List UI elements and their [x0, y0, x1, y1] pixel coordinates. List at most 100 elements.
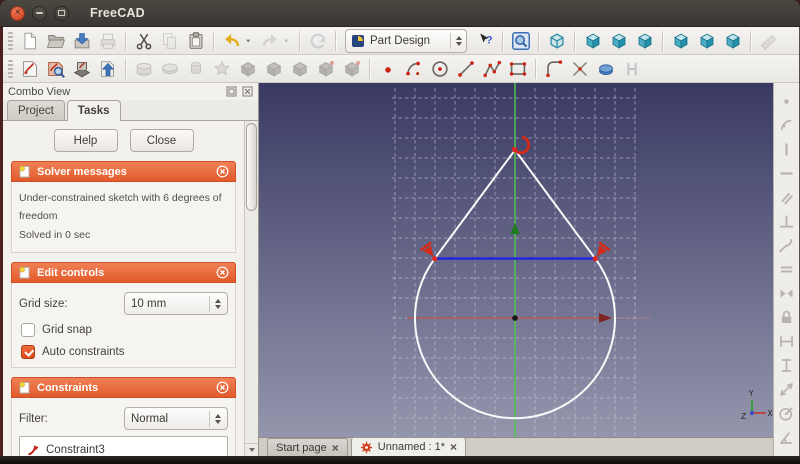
close-button[interactable]: Close [129, 129, 194, 152]
undo-button[interactable] [219, 28, 244, 53]
cut-icon [136, 33, 151, 49]
tab-close-icon[interactable]: × [450, 441, 457, 453]
grid-size-combobox[interactable]: 10 mm [124, 292, 228, 316]
filter-spinner[interactable] [209, 410, 221, 427]
sketch-circle-button[interactable] [427, 56, 452, 81]
open-document-button[interactable] [43, 28, 68, 53]
workbench-selector[interactable]: Part Design [345, 28, 467, 53]
window-close-button[interactable]: × [10, 5, 25, 21]
sketch-polyline-button[interactable] [479, 56, 504, 81]
3d-viewport[interactable]: Y X Z [259, 83, 773, 437]
sketch-origin-point[interactable] [512, 315, 518, 321]
sketch-apex-point[interactable] [512, 147, 518, 153]
workbench-selector-spinner[interactable] [450, 32, 462, 49]
view-right-button[interactable] [632, 28, 657, 53]
solver-messages-header[interactable]: Solver messages [11, 161, 236, 182]
dock-float-button[interactable] [225, 86, 237, 98]
tab-project[interactable]: Project [7, 100, 65, 120]
section-close-icon[interactable] [216, 165, 229, 178]
pattern-feature-button[interactable] [339, 56, 364, 81]
constraint-vertical-distance-button[interactable] [775, 354, 798, 377]
edit-controls-header[interactable]: Edit controls [11, 262, 236, 284]
revolution-button[interactable] [183, 56, 208, 81]
pad-button[interactable] [131, 56, 156, 81]
constraint-angle-button[interactable] [775, 426, 798, 449]
pocket-button[interactable] [157, 56, 182, 81]
fillet-feature-button[interactable] [235, 56, 260, 81]
cut-button[interactable] [131, 28, 156, 53]
document-tab-start-page[interactable]: Start page × [267, 438, 348, 456]
panel-scrollbar-down-button[interactable] [245, 443, 258, 456]
view-front-button[interactable] [580, 28, 605, 53]
constraint-list-item[interactable]: Constraint3 [22, 441, 225, 456]
dock-close-button[interactable] [241, 86, 253, 98]
mirrored-feature-button[interactable] [313, 56, 338, 81]
panel-scrollbar[interactable] [244, 121, 258, 456]
sketch-arc-button[interactable] [401, 56, 426, 81]
new-sketch-button[interactable] [17, 56, 42, 81]
toolbar-drag-handle[interactable] [8, 59, 13, 78]
view-left-button[interactable] [720, 28, 745, 53]
undo-menu-down-button[interactable] [245, 28, 256, 53]
auto-constraints-checkbox[interactable] [21, 345, 35, 360]
sketch-rectangle-button[interactable] [505, 56, 530, 81]
constraint-distance-button[interactable] [775, 378, 798, 401]
constraint-point-on-object-button[interactable] [775, 114, 798, 137]
whats-this-button[interactable]: ? [472, 28, 497, 53]
new-document-button[interactable] [17, 28, 42, 53]
view-top-button[interactable] [606, 28, 631, 53]
draft-feature-button[interactable] [287, 56, 312, 81]
panel-scrollbar-thumb[interactable] [246, 123, 257, 211]
constraint-equal-button[interactable] [775, 258, 798, 281]
groove-button[interactable] [209, 56, 234, 81]
constraint-perpendicular-button[interactable] [775, 210, 798, 233]
grid-size-spinner[interactable] [209, 295, 221, 312]
constraints-header[interactable]: Constraints [11, 377, 236, 399]
window-maximize-button[interactable] [54, 5, 69, 21]
sketch-trim-button[interactable] [567, 56, 592, 81]
print-button[interactable] [95, 28, 120, 53]
carbon-copy-button[interactable] [619, 56, 644, 81]
redo-menu-down-button[interactable] [283, 28, 294, 53]
constraint-block-button[interactable] [775, 306, 798, 329]
view-axonometric-button[interactable] [544, 28, 569, 53]
map-sketch-button[interactable] [69, 56, 94, 81]
paste-button[interactable] [183, 28, 208, 53]
filter-combobox[interactable]: Normal [124, 407, 228, 431]
save-document-icon [74, 32, 89, 48]
toolbar-drag-handle[interactable] [8, 31, 13, 50]
constraint-horizontal-distance-button[interactable] [775, 330, 798, 353]
constraint-vertical-button[interactable] [775, 138, 798, 161]
redo-button[interactable] [257, 28, 282, 53]
view-rear-button[interactable] [668, 28, 693, 53]
edit-sketch-button[interactable] [43, 56, 68, 81]
constraint-horizontal-button[interactable] [775, 162, 798, 185]
sketch-left-point[interactable] [432, 256, 438, 262]
help-button[interactable]: Help [53, 129, 118, 152]
constraint-tangent-button[interactable] [775, 234, 798, 257]
fit-all-button[interactable] [508, 28, 533, 53]
external-geometry-button[interactable] [593, 56, 618, 81]
chamfer-feature-button[interactable] [261, 56, 286, 81]
constraint-radius-button[interactable] [775, 402, 798, 425]
save-document-button[interactable] [69, 28, 94, 53]
sketch-fillet-button[interactable] [541, 56, 566, 81]
sketch-right-point[interactable] [592, 256, 598, 262]
measure-distance-button[interactable] [756, 28, 781, 53]
section-close-icon[interactable] [216, 266, 229, 279]
window-minimize-button[interactable] [32, 5, 47, 21]
sketch-point-button[interactable] [375, 56, 400, 81]
view-bottom-button[interactable] [694, 28, 719, 53]
refresh-button[interactable] [305, 28, 330, 53]
section-close-icon[interactable] [216, 381, 229, 394]
constraint-symmetric-button[interactable] [775, 282, 798, 305]
grid-snap-checkbox[interactable] [21, 323, 35, 338]
sketch-line-button[interactable] [453, 56, 478, 81]
leave-sketch-button[interactable] [95, 56, 120, 81]
document-tab-unnamed-1[interactable]: Unnamed : 1* × [350, 437, 467, 456]
constraint-coincident-button[interactable] [775, 90, 798, 113]
copy-button[interactable] [157, 28, 182, 53]
tab-tasks[interactable]: Tasks [66, 100, 121, 121]
constraint-parallel-button[interactable] [775, 186, 798, 209]
tab-close-icon[interactable]: × [332, 442, 339, 454]
